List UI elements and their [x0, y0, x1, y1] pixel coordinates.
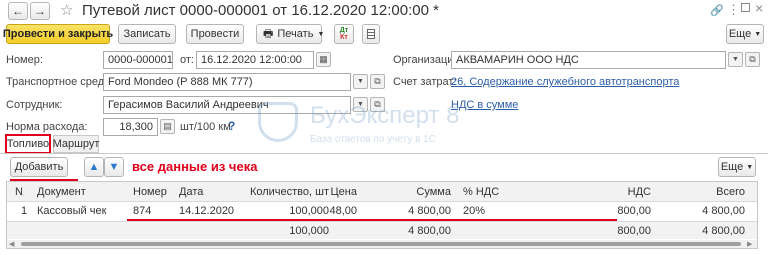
tab-route[interactable]: Маршрут [53, 135, 99, 153]
date-label: от: [180, 54, 194, 66]
close-icon[interactable]: × [755, 0, 763, 16]
employee-label: Сотрудник: [6, 99, 63, 111]
header-price[interactable]: Цена [327, 182, 357, 201]
header-quantity[interactable]: Количество, шт [227, 182, 329, 201]
table-more-button[interactable]: Еще ▼ [718, 157, 756, 177]
tab-divider [0, 153, 768, 154]
total-total: 4 800,00 [702, 224, 745, 237]
cell-sum: 4 800,00 [408, 205, 451, 217]
tab-route-label: Маршрут [52, 138, 100, 150]
post-button[interactable]: Провести [186, 24, 244, 44]
dt-kt-button[interactable]: Дт Кт [334, 24, 354, 44]
cell-total: 4 800,00 [702, 205, 745, 217]
organization-field[interactable]: АКВАМАРИН ООО НДС [451, 51, 726, 69]
table-row[interactable]: 1 Кассовый чек 874 14.12.2020 100,000 48… [7, 202, 757, 220]
cell-price: 48,00 [329, 205, 357, 217]
print-button[interactable]: 🖶 Печать ▼ [256, 24, 325, 44]
header-n[interactable]: N [15, 182, 23, 201]
cell-vat-rate: 20% [463, 205, 486, 217]
org-dropdown-icon[interactable]: ▼ [728, 52, 743, 67]
post-and-close-button[interactable]: Провести и закрыть [3, 24, 113, 44]
report-button[interactable] [362, 24, 380, 44]
arrow-up-icon: ▲ [88, 161, 100, 173]
org-open-icon[interactable]: ⧉ [745, 52, 760, 67]
number-field[interactable]: 0000-000001 [103, 51, 173, 69]
annotation-text: все данные из чека [132, 159, 258, 174]
arrow-down-icon: ▼ [108, 161, 120, 173]
total-vat: 800,00 [617, 224, 651, 237]
dropdown-arrow-icon: ▼ [317, 30, 325, 38]
horizontal-scrollbar[interactable]: ◀ ▶ [7, 240, 757, 248]
dt-kt-icon: Дт Кт [339, 27, 349, 41]
header-number[interactable]: Номер [133, 182, 167, 201]
cell-vat: 800,00 [617, 205, 651, 217]
table-totals-row: 100,000 4 800,00 800,00 4 800,00 [7, 221, 757, 239]
cost-account-label: Счет затрат: [393, 76, 457, 88]
maximize-icon[interactable] [741, 3, 750, 12]
watermark-title: БухЭксперт 8 [310, 102, 460, 129]
scrollbar-thumb[interactable] [21, 242, 741, 246]
more-label: Еще [728, 28, 752, 40]
cell-number: 874 [133, 205, 152, 217]
link-icon[interactable]: 🔗 [710, 4, 724, 17]
watermark-logo-icon [258, 102, 298, 142]
fuel-table: N Документ Номер Дата Количество, шт Цен… [6, 181, 758, 249]
tab-fuel[interactable]: Топливо [5, 134, 51, 154]
watermark-subtitle: База ответов по учету в 1С [310, 134, 436, 145]
cost-account-link[interactable]: 26, Содержание служебного автотранспорта [451, 76, 679, 88]
watermark: БухЭксперт 8 База ответов по учету в 1С [258, 100, 518, 150]
calculator-icon[interactable]: ▤ [160, 119, 175, 134]
cell-n: 1 [21, 205, 28, 217]
title-bar: ← → ☆ Путевой лист 0000-000001 от 16.12.… [0, 0, 768, 22]
move-up-button[interactable]: ▲ [84, 157, 104, 177]
total-quantity: 100,000 [289, 224, 329, 237]
table-header: N Документ Номер Дата Количество, шт Цен… [7, 182, 757, 202]
dropdown-arrow-icon: ▼ [754, 30, 762, 38]
print-label: Печать [277, 28, 314, 40]
add-button[interactable]: Добавить [10, 157, 68, 177]
cell-document: Кассовый чек [37, 205, 107, 217]
back-button[interactable]: ← [8, 2, 28, 20]
scroll-right-icon[interactable]: ▶ [747, 240, 752, 248]
header-document[interactable]: Документ [37, 182, 86, 201]
document-list-icon [367, 29, 375, 39]
printer-icon: 🖶 [263, 27, 274, 40]
header-total[interactable]: Всего [687, 182, 745, 201]
vehicle-dropdown-icon[interactable]: ▼ [353, 74, 368, 89]
rate-label: Норма расхода: [6, 121, 88, 133]
help-icon[interactable]: ? [228, 119, 235, 133]
calendar-icon[interactable]: ▦ [316, 52, 331, 67]
header-sum[interactable]: Сумма [397, 182, 451, 201]
more-button[interactable]: Еще ▼ [726, 24, 764, 44]
rate-unit: шт/100 км [180, 121, 231, 133]
window-title: Путевой лист 0000-000001 от 16.12.2020 1… [82, 2, 439, 19]
date-field[interactable]: 16.12.2020 12:00:00 [196, 51, 314, 69]
vehicle-open-icon[interactable]: ⧉ [370, 74, 385, 89]
table-more-label: Еще [720, 161, 744, 173]
favorite-star-icon[interactable]: ☆ [60, 1, 73, 19]
header-vat-rate[interactable]: % НДС [463, 182, 499, 201]
menu-dots-icon[interactable]: ⋮ [727, 2, 740, 18]
header-vat[interactable]: НДС [607, 182, 651, 201]
forward-button[interactable]: → [30, 2, 50, 20]
tab-fuel-label: Топливо [6, 138, 50, 150]
rate-field[interactable]: 18,300 [103, 118, 158, 136]
number-label: Номер: [6, 54, 43, 66]
write-button[interactable]: Записать [118, 24, 176, 44]
header-date[interactable]: Дата [179, 182, 203, 201]
dropdown-arrow-icon: ▼ [746, 163, 754, 171]
total-sum: 4 800,00 [408, 224, 451, 237]
scroll-left-icon[interactable]: ◀ [9, 240, 14, 248]
vehicle-field[interactable]: Ford Mondeo (Р 888 МК 777) [103, 73, 351, 91]
cell-date: 14.12.2020 [179, 205, 235, 217]
move-down-button[interactable]: ▼ [104, 157, 124, 177]
